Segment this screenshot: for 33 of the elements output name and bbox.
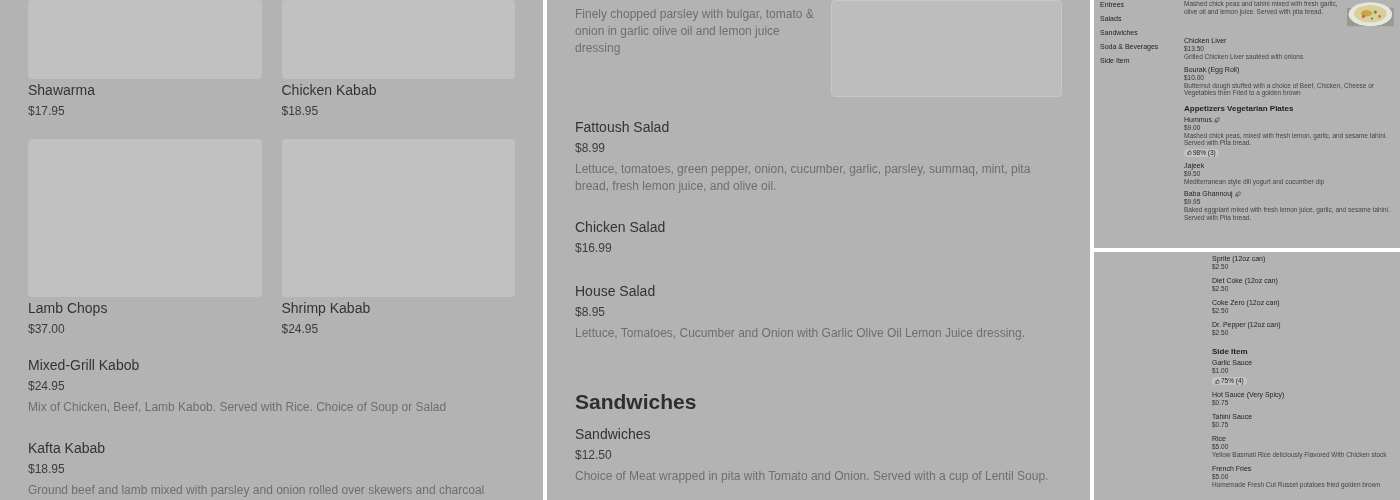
item-name[interactable]: Lamb Chops (28, 298, 262, 319)
item-price: $24.95 (281, 321, 320, 338)
leaf-icon (1234, 191, 1241, 197)
item-name[interactable]: Sandwiches (575, 424, 1062, 445)
item-description: Lettuce, Tomatoes, Cucumber and Onion with Garlic Olive Oil Lemon Juice dressing. (575, 325, 1026, 342)
item-description: Lettuce, tomatoes, green pepper, onion, cucumber, garlic, parsley, summaq, mint, pita bread, fresh lemon juice, and olive oil. (575, 161, 1032, 195)
item-price: $8.99 (575, 140, 607, 157)
item-name[interactable]: House Salad (575, 281, 1062, 302)
thumbs-up-icon (1215, 378, 1220, 384)
item-name[interactable]: Shrimp Kabab (281, 298, 515, 319)
leaf-icon (1214, 116, 1220, 123)
item-description: Ground beef and lamb mixed with parsley and onion rolled over skewers and charcoal (28, 482, 486, 499)
item-price: $8.95 (575, 304, 607, 321)
section-heading: Sandwiches (575, 389, 698, 415)
item-description: Finely chopped parsley with bulgar, tomato & onion in garlic olive oil and lemon juice dressing (575, 6, 815, 57)
item-price: $17.95 (28, 103, 66, 120)
section-heading: Side Item (1212, 347, 1249, 357)
item-price: $24.95 (28, 378, 66, 395)
item-price: $37.00 (28, 321, 66, 338)
item-price: $18.95 (281, 103, 320, 120)
item-description: Choice of Meat wrapped in pita with Tomato and Onion. Served with a cup of Lentil Soup. (575, 468, 1050, 485)
item-name[interactable]: Chicken Kabab (281, 80, 515, 101)
item-price: $12.50 (575, 447, 613, 464)
item-description: Mix of Chicken, Beef, Lamb Kabob. Served with Rice. Choice of Soup or Salad (28, 399, 448, 416)
item-price: $18.95 (28, 461, 66, 478)
item-name[interactable]: Kafta Kabab (28, 438, 515, 459)
item-name[interactable]: Fattoush Salad (575, 117, 1062, 138)
item-name[interactable]: Mixed-Grill Kabob (28, 355, 515, 376)
item-name[interactable]: Chicken Salad (575, 217, 1062, 238)
item-name[interactable]: Shawarma (28, 80, 262, 101)
thumbs-up-icon (1187, 150, 1192, 155)
section-heading: Appetizers Vegetarian Plates (1184, 103, 1295, 114)
item-price: $16.99 (575, 240, 613, 257)
